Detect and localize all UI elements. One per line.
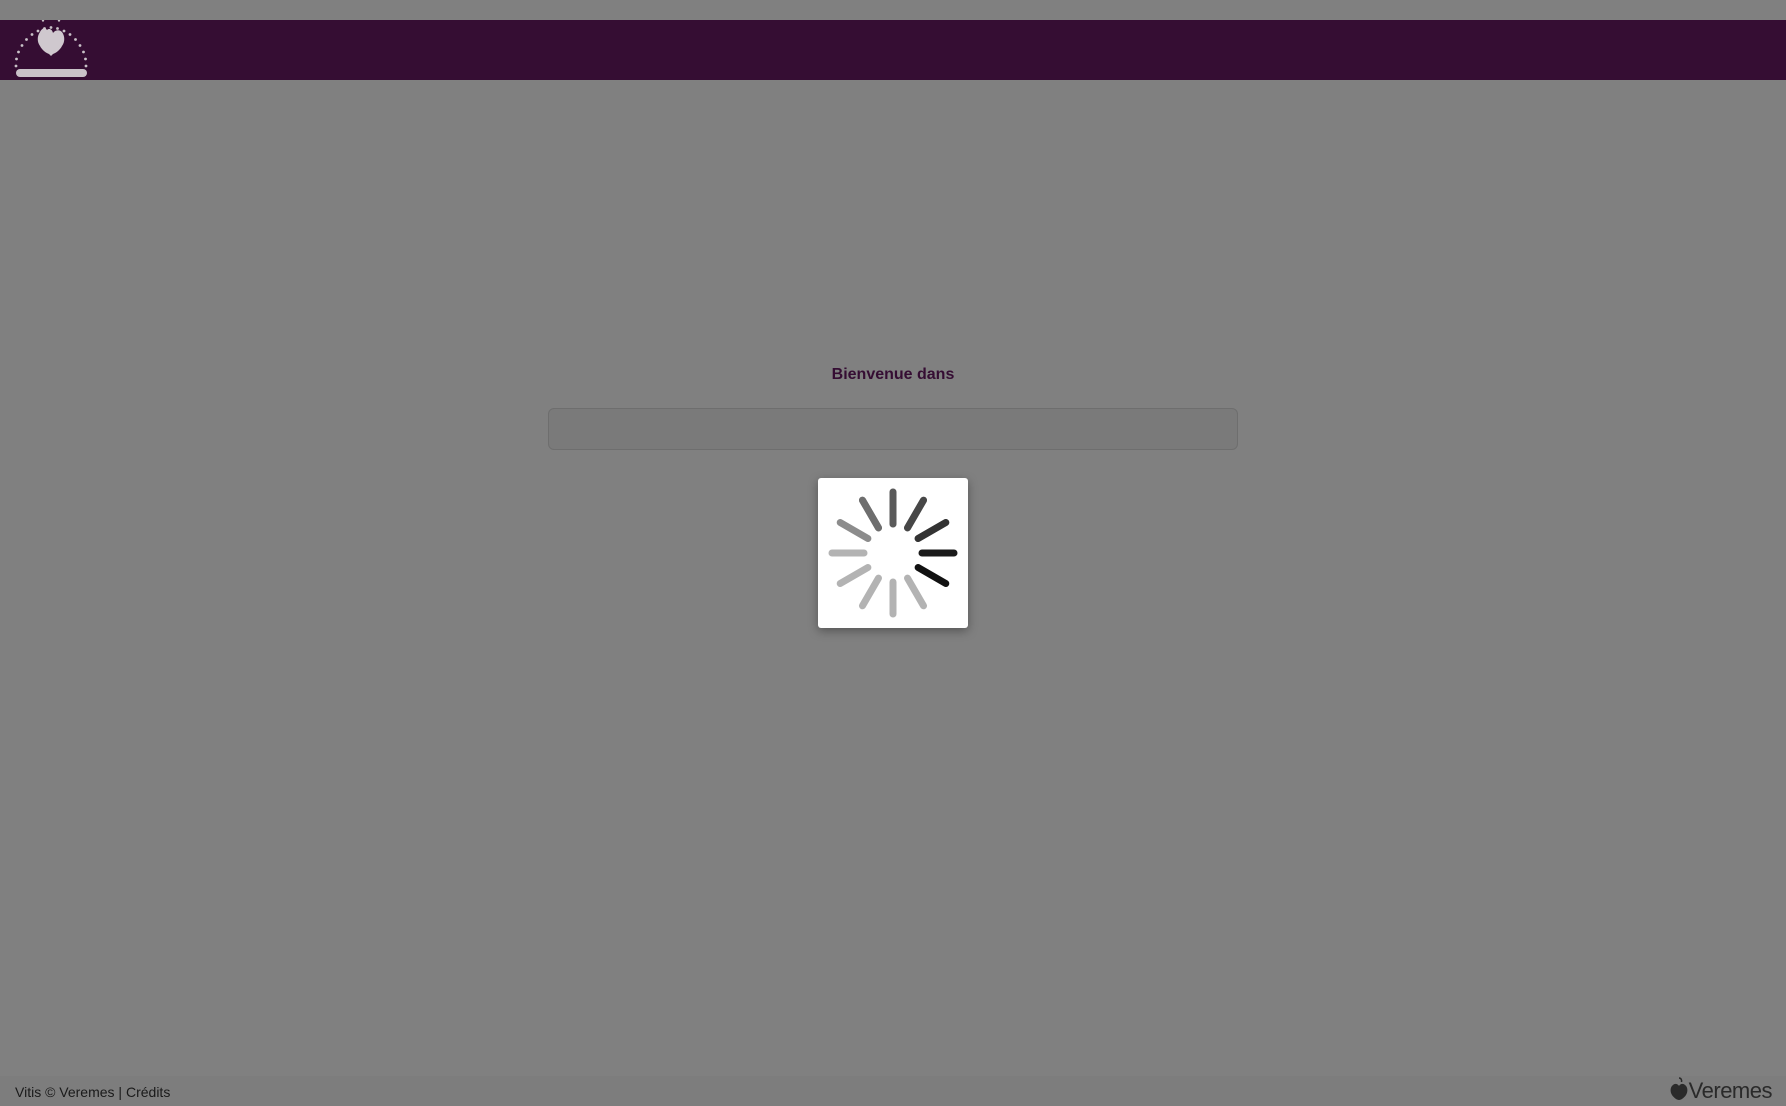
application-select[interactable] xyxy=(548,408,1238,450)
top-strip xyxy=(0,0,1786,20)
welcome-title: Bienvenue dans xyxy=(831,366,955,383)
vitis-logo-icon[interactable] xyxy=(13,19,93,80)
spinner-icon xyxy=(828,488,958,618)
footer-copyright: Vitis © Veremes | Crédits xyxy=(15,1084,170,1100)
veremes-brand-name: Veremes xyxy=(1688,1078,1773,1103)
app-header xyxy=(0,19,1786,80)
loading-dialog xyxy=(818,478,968,628)
credits-link[interactable]: Crédits xyxy=(126,1084,170,1100)
veremes-brand[interactable]: Veremes xyxy=(1669,1076,1773,1106)
footer-separator: | xyxy=(114,1084,126,1100)
copyright-text: Vitis © Veremes xyxy=(15,1084,115,1100)
veremes-logo-icon xyxy=(1669,1076,1689,1106)
footer: Vitis © Veremes | Crédits Veremes xyxy=(0,1076,1786,1106)
